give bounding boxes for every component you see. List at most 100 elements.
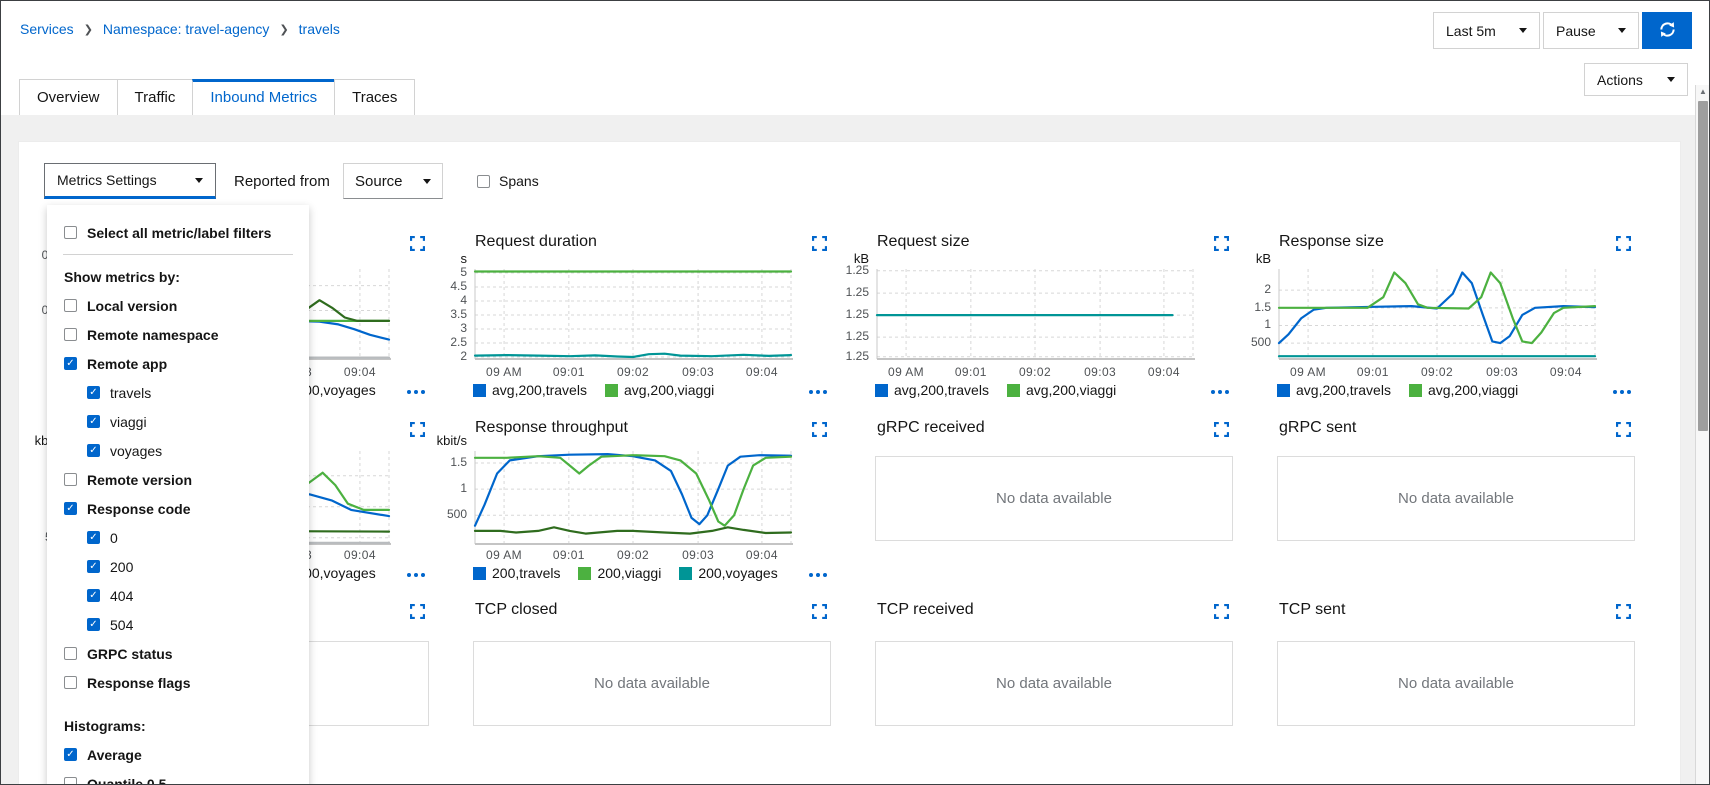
menu-item-checkbox[interactable]: [64, 676, 77, 689]
x-axis-tick-label: 09:02: [616, 548, 650, 562]
menu-item-checkbox[interactable]: ✓: [64, 357, 77, 370]
expand-chart-icon[interactable]: [1214, 422, 1229, 437]
y-axis-tick-label: 2.5: [450, 335, 467, 350]
vertical-scrollbar[interactable]: ▲: [1695, 85, 1709, 784]
expand-chart-icon[interactable]: [1616, 236, 1631, 251]
spans-checkbox[interactable]: [477, 174, 490, 188]
tab-traffic[interactable]: Traffic: [116, 79, 194, 117]
menu-item-select-all[interactable]: Select all metric/label filters: [47, 218, 309, 247]
chart-options-kebab[interactable]: [1613, 385, 1631, 399]
chart-options-kebab[interactable]: [407, 385, 425, 399]
kebab-dot-icon: [1620, 390, 1624, 394]
chevron-down-icon: [1519, 28, 1527, 37]
expand-chart-icon[interactable]: [410, 604, 425, 619]
breadcrumb-link-namespace[interactable]: Namespace: travel-agency: [103, 21, 270, 37]
tab-traces[interactable]: Traces: [334, 79, 416, 117]
menu-item-checkbox[interactable]: ✓: [64, 502, 77, 515]
legend-item[interactable]: 200,viaggi: [578, 565, 661, 581]
menu-section-heading: Histograms:: [64, 717, 146, 734]
menu-item-checkbox[interactable]: ✓: [87, 531, 100, 544]
menu-item-travels[interactable]: ✓ travels: [47, 378, 309, 407]
expand-chart-icon[interactable]: [812, 604, 827, 619]
expand-chart-icon[interactable]: [410, 236, 425, 251]
metrics-settings-dropdown[interactable]: Metrics Settings: [44, 163, 216, 199]
refresh-interval-dropdown[interactable]: Pause: [1543, 12, 1639, 49]
tab-inbound-metrics[interactable]: Inbound Metrics: [192, 79, 336, 117]
chart-title: TCP received: [877, 601, 974, 618]
menu-item-checkbox[interactable]: ✓: [87, 444, 100, 457]
chart-options-kebab[interactable]: [1211, 385, 1229, 399]
legend-item[interactable]: avg,200,travels: [473, 382, 587, 398]
menu-item-404[interactable]: ✓ 404: [47, 581, 309, 610]
menu-item-checkbox[interactable]: [64, 473, 77, 486]
expand-chart-icon[interactable]: [812, 422, 827, 437]
menu-item-checkbox[interactable]: [64, 299, 77, 312]
y-axis-tick-label: 1: [460, 481, 467, 496]
menu-item-504[interactable]: ✓ 504: [47, 610, 309, 639]
menu-item-checkbox[interactable]: ✓: [87, 560, 100, 573]
menu-item-checkbox[interactable]: ✓: [87, 618, 100, 631]
menu-item-0[interactable]: ✓ 0: [47, 523, 309, 552]
menu-item-response-flags[interactable]: Response flags: [47, 668, 309, 697]
refresh-button[interactable]: [1642, 12, 1692, 49]
breadcrumb-link-service[interactable]: travels: [299, 21, 340, 37]
menu-item-label: Response flags: [87, 674, 191, 691]
expand-chart-icon[interactable]: [812, 236, 827, 251]
legend-swatch: [875, 383, 888, 397]
actions-dropdown[interactable]: Actions: [1584, 63, 1688, 96]
select-all-checkbox[interactable]: [64, 226, 77, 239]
reported-from-select[interactable]: Source: [343, 163, 443, 199]
chevron-down-icon: [195, 177, 203, 187]
x-axis-tick-label: 09:03: [682, 548, 715, 562]
menu-item-checkbox[interactable]: ✓: [87, 415, 100, 428]
expand-chart-icon[interactable]: [1214, 604, 1229, 619]
legend-item[interactable]: avg,200,viaggi: [604, 382, 714, 398]
menu-item-checkbox[interactable]: ✓: [87, 386, 100, 399]
chart-options-kebab[interactable]: [407, 568, 425, 582]
legend-item[interactable]: 200,travels: [473, 565, 560, 581]
menu-item-grpc-status[interactable]: GRPC status: [47, 639, 309, 668]
legend-item[interactable]: avg,200,travels: [1277, 382, 1391, 398]
menu-item-remote-version[interactable]: Remote version: [47, 465, 309, 494]
y-axis-tick-label: 1.25: [845, 329, 869, 344]
legend-item[interactable]: 200,voyages: [679, 565, 778, 581]
chart-title: Response throughput: [475, 419, 628, 436]
menu-item-remote-app[interactable]: ✓ Remote app: [47, 349, 309, 378]
tab-overview[interactable]: Overview: [19, 79, 118, 117]
expand-chart-icon[interactable]: [1616, 604, 1631, 619]
duration-dropdown[interactable]: Last 5m: [1433, 12, 1540, 49]
menu-item-quantile-0-5[interactable]: Quantile 0.5: [47, 769, 309, 784]
x-axis-tick-label: 09:04: [1147, 365, 1180, 379]
legend-item[interactable]: avg,200,travels: [875, 382, 989, 398]
chart-options-kebab[interactable]: [809, 385, 827, 399]
legend-item[interactable]: avg,200,viaggi: [1006, 382, 1116, 398]
x-axis-labels: 09 AM 09:01 09:02 09:03 09:04: [473, 548, 795, 563]
expand-chart-icon[interactable]: [1214, 236, 1229, 251]
scrollbar-thumb[interactable]: [1698, 101, 1708, 431]
menu-item-checkbox[interactable]: [64, 328, 77, 341]
menu-item-200[interactable]: ✓ 200: [47, 552, 309, 581]
expand-chart-icon[interactable]: [1616, 422, 1631, 437]
menu-item-checkbox[interactable]: [64, 777, 77, 784]
menu-item-voyages[interactable]: ✓ voyages: [47, 436, 309, 465]
axis-unit-label: kB: [1255, 251, 1271, 266]
no-data-panel: No data available: [1277, 456, 1635, 541]
menu-item-average[interactable]: ✓ Average: [47, 740, 309, 769]
legend-item[interactable]: avg,200,viaggi: [1408, 382, 1518, 398]
kebab-dot-icon: [414, 573, 418, 577]
y-axis-tick-label: 4.5: [450, 278, 467, 293]
menu-item-viaggi[interactable]: ✓ viaggi: [47, 407, 309, 436]
legend-swatch: [473, 383, 486, 397]
menu-item-checkbox[interactable]: ✓: [87, 589, 100, 602]
menu-item-checkbox[interactable]: [64, 647, 77, 660]
menu-item-checkbox[interactable]: ✓: [64, 748, 77, 761]
menu-item-response-code[interactable]: ✓ Response code: [47, 494, 309, 523]
menu-item-local-version[interactable]: Local version: [47, 291, 309, 320]
menu-item-label: Average: [87, 746, 142, 763]
spans-checkbox-group: Spans: [477, 173, 539, 189]
x-axis-tick-label: 09:04: [1549, 365, 1582, 379]
menu-item-remote-namespace[interactable]: Remote namespace: [47, 320, 309, 349]
chart-options-kebab[interactable]: [809, 568, 827, 582]
scroll-up-icon[interactable]: ▲: [1696, 87, 1709, 96]
breadcrumb-link-services[interactable]: Services: [20, 21, 74, 37]
